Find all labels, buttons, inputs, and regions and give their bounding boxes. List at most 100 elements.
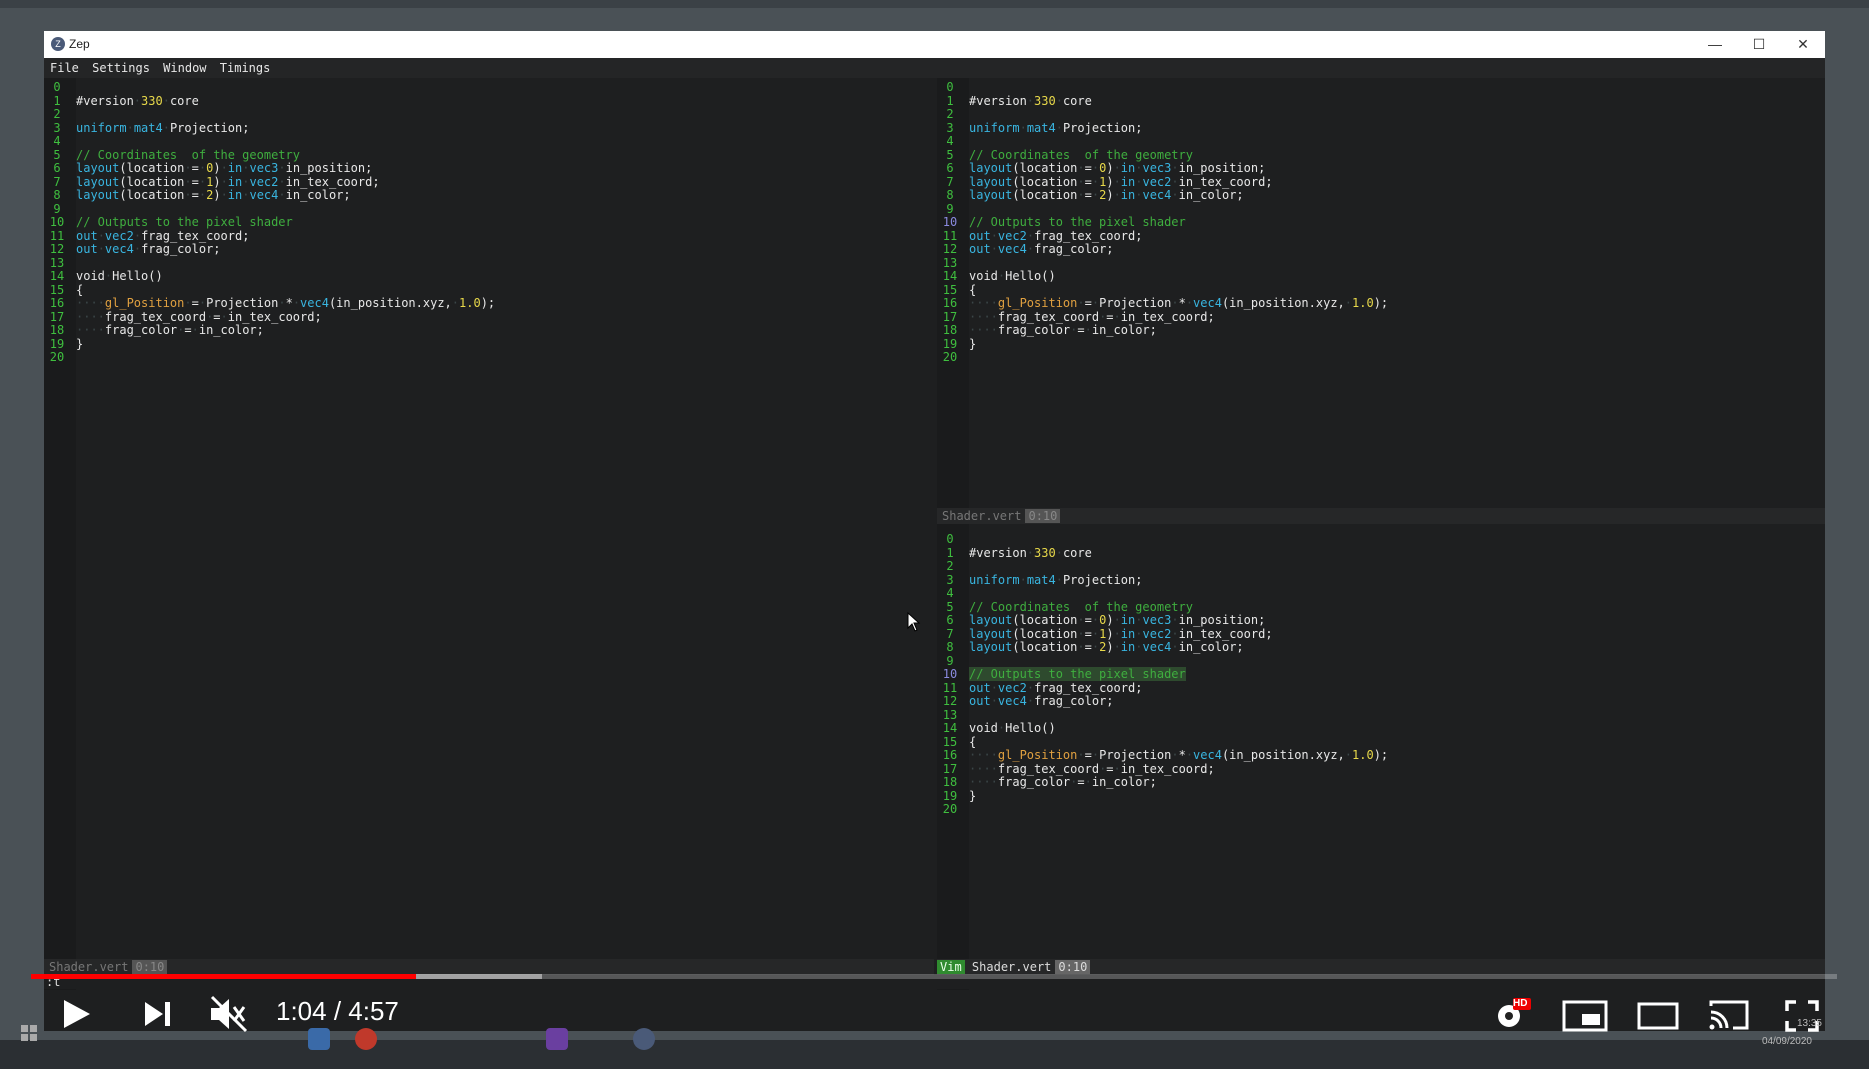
minimize-button[interactable]: —: [1693, 31, 1737, 58]
line-number: 10: [942, 215, 958, 229]
code-line[interactable]: }: [969, 789, 976, 803]
vim-mode-badge: Vim: [937, 960, 965, 974]
code-line[interactable]: // Outputs to the pixel shader: [969, 215, 1186, 229]
video-time: 1:04 / 4:57: [276, 996, 399, 1026]
code-line[interactable]: out·vec4·frag_color;: [969, 242, 1114, 256]
code-line[interactable]: layout(location·=·0)·in·vec3·in_position…: [969, 161, 1265, 175]
line-number: 6: [53, 161, 61, 175]
line-number: 17: [942, 309, 958, 324]
line-number: 20: [942, 350, 958, 364]
code-line[interactable]: {: [76, 283, 83, 297]
code-line[interactable]: {: [969, 283, 976, 297]
code-line[interactable]: layout(location·=·1)·in·vec2·in_tex_coor…: [969, 175, 1273, 189]
next-icon[interactable]: [143, 1000, 173, 1028]
taskbar-app-icon[interactable]: [308, 1028, 330, 1050]
video-progress-bar[interactable]: [31, 974, 1837, 979]
code-line[interactable]: uniform·mat4·Projection;: [76, 121, 249, 135]
code-line[interactable]: {: [969, 735, 976, 749]
line-number: 15: [49, 282, 65, 297]
zep-taskbar-icon[interactable]: [633, 1028, 655, 1050]
code-line[interactable]: ····frag_tex_coord·=·in_tex_coord;: [76, 310, 322, 324]
maximize-button[interactable]: ☐: [1737, 31, 1781, 58]
menu-window[interactable]: Window: [157, 58, 206, 75]
theater-mode-icon[interactable]: [1637, 1002, 1679, 1030]
code-line[interactable]: layout(location·=·2)·in·vec4·in_color;: [76, 188, 351, 202]
code-line[interactable]: void·Hello(): [76, 269, 163, 283]
miniplayer-icon[interactable]: [1562, 1000, 1608, 1032]
code-line[interactable]: // Coordinates of the geometry: [76, 148, 300, 162]
code-line[interactable]: out·vec4·frag_color;: [969, 694, 1114, 708]
code-line[interactable]: // Coordinates of the geometry: [969, 148, 1193, 162]
code-line[interactable]: // Outputs to the pixel shader: [76, 215, 293, 229]
desktop-strip: [0, 0, 1869, 8]
code-line[interactable]: out·vec4·frag_color;: [76, 242, 221, 256]
code-line[interactable]: layout(location·=·2)·in·vec4·in_color;: [969, 188, 1244, 202]
code-line[interactable]: #version·330·core: [969, 546, 1092, 560]
line-number: 5: [946, 147, 954, 162]
line-number: 5: [53, 147, 61, 162]
line-number: 10: [49, 215, 65, 229]
player-controls: 1:04 / 4:57 HD: [0, 990, 1869, 1040]
menu-settings[interactable]: Settings: [86, 58, 150, 75]
play-icon[interactable]: [60, 998, 92, 1030]
code-line[interactable]: out·vec2·frag_tex_coord;: [969, 681, 1142, 695]
code-line[interactable]: void·Hello(): [969, 721, 1056, 735]
line-number: 19: [942, 788, 958, 803]
line-number: 4: [53, 134, 61, 148]
code-line[interactable]: ····frag_color·=·in_color;: [969, 775, 1157, 789]
code-line[interactable]: // Coordinates of the geometry: [969, 600, 1193, 614]
code-line[interactable]: uniform·mat4·Projection;: [969, 121, 1142, 135]
windows-start-icon[interactable]: [20, 1024, 38, 1042]
line-number: 6: [946, 613, 954, 627]
menu-bar: File Settings Window Timings: [44, 58, 1825, 78]
mute-icon[interactable]: [208, 995, 248, 1033]
line-number: 2: [946, 559, 954, 573]
line-number: 7: [946, 174, 954, 189]
code-line[interactable]: uniform·mat4·Projection;: [969, 573, 1142, 587]
code-line[interactable]: out·vec2·frag_tex_coord;: [76, 229, 249, 243]
visual-studio-icon[interactable]: [546, 1028, 568, 1050]
line-number: 9: [53, 201, 61, 216]
code-line[interactable]: #version·330·core: [76, 94, 199, 108]
code-line[interactable]: }: [969, 337, 976, 351]
menu-timings[interactable]: Timings: [214, 58, 271, 75]
code-line[interactable]: layout(location·=·1)·in·vec2·in_tex_coor…: [76, 175, 380, 189]
taskbar-clock: 13:35: [1796, 1018, 1822, 1029]
code-line[interactable]: ····frag_tex_coord·=·in_tex_coord;: [969, 762, 1215, 776]
line-number: 3: [53, 120, 61, 135]
code-line[interactable]: // Outputs to the pixel shader: [969, 667, 1186, 681]
code-line[interactable]: void·Hello(): [969, 269, 1056, 283]
line-number: 13: [942, 255, 958, 270]
zep-app-icon: Z: [51, 37, 65, 51]
code-line[interactable]: ····frag_color·=·in_color;: [969, 323, 1157, 337]
code-line[interactable]: ····frag_tex_coord·=·in_tex_coord;: [969, 310, 1215, 324]
code-line[interactable]: layout(location·=·0)·in·vec3·in_position…: [76, 161, 372, 175]
code-line[interactable]: ····gl_Position·=·Projection·*·vec4(in_p…: [969, 296, 1388, 310]
status-filename: Shader.vert: [942, 509, 1022, 523]
code-line[interactable]: layout(location·=·2)·in·vec4·in_color;: [969, 640, 1244, 654]
menu-file[interactable]: File: [44, 58, 79, 75]
code-line[interactable]: layout(location·=·1)·in·vec2·in_tex_coor…: [969, 627, 1273, 641]
line-number: 12: [49, 242, 65, 256]
status-cursor-position: 0:10: [132, 960, 168, 974]
code-line[interactable]: out·vec2·frag_tex_coord;: [969, 229, 1142, 243]
line-number: 8: [946, 640, 954, 654]
line-number: 4: [946, 586, 954, 600]
line-number: 20: [49, 350, 65, 364]
line-number: 14: [942, 269, 958, 283]
code-line[interactable]: ····frag_color·=·in_color;: [76, 323, 264, 337]
code-line[interactable]: layout(location·=·0)·in·vec3·in_position…: [969, 613, 1265, 627]
chrome-icon[interactable]: [355, 1028, 377, 1050]
editor-pane-top-right[interactable]: 0 1 #version·330·core 2 3 uniform·mat4·Projec…: [937, 78, 1825, 508]
close-button[interactable]: ✕: [1781, 31, 1825, 58]
line-number: 5: [946, 599, 954, 614]
cast-icon[interactable]: [1707, 998, 1751, 1032]
editor-pane-bottom-right[interactable]: 0 1 #version·330·core 2 3 uniform·mat4·Projec…: [937, 524, 1825, 990]
code-line[interactable]: ····gl_Position·=·Projection·*·vec4(in_p…: [76, 296, 495, 310]
editor-pane-left[interactable]: 0 1 #version·330·core 2 3 uniform·mat4·Projec…: [44, 78, 934, 990]
line-number: 4: [946, 134, 954, 148]
code-line[interactable]: }: [76, 337, 83, 351]
code-line[interactable]: #version·330·core: [969, 94, 1092, 108]
code-line[interactable]: ····gl_Position·=·Projection·*·vec4(in_p…: [969, 748, 1388, 762]
line-number: 8: [53, 188, 61, 202]
